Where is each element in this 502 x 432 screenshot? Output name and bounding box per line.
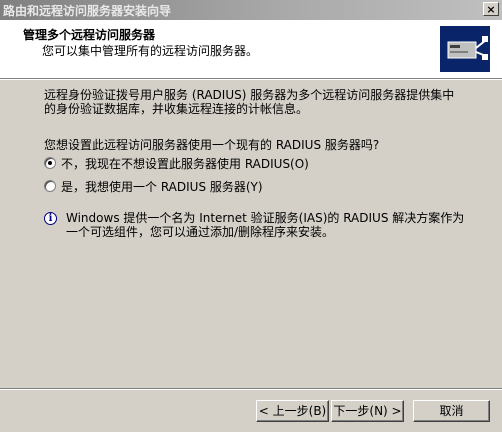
server-network-icon bbox=[440, 26, 490, 72]
window-title: 路由和远程访问服务器安装向导 bbox=[3, 4, 172, 18]
info-line: Windows 提供一个名为 Internet 验证服务(IAS)的 RADIU… bbox=[66, 211, 465, 225]
radio-label-yes[interactable]: 是，我想使用一个 RADIUS 服务器(Y) bbox=[61, 178, 263, 195]
title-bar[interactable]: 路由和远程访问服务器安装向导 × bbox=[0, 0, 502, 20]
radio-button-yes[interactable] bbox=[44, 180, 56, 192]
wizard-window: 路由和远程访问服务器安装向导 × 管理多个远程访问服务器 您可以集中管理所有的远… bbox=[0, 0, 502, 432]
cancel-button[interactable]: 取消 bbox=[413, 400, 490, 422]
info-text: Windows 提供一个名为 Internet 验证服务(IAS)的 RADIU… bbox=[66, 211, 476, 239]
page-subtitle: 您可以集中管理所有的远程访问服务器。 bbox=[42, 44, 259, 58]
info-icon: i bbox=[44, 212, 57, 225]
header-separator bbox=[0, 79, 502, 80]
description-line: 远程身份验证拨号用户服务 (RADIUS) 服务器为多个远程访问服务器提供集中 bbox=[44, 88, 455, 102]
page-title: 管理多个远程访问服务器 bbox=[23, 28, 156, 42]
question-text: 您想设置此远程访问服务器使用一个现有的 RADIUS 服务器吗? bbox=[44, 138, 380, 152]
wizard-header: 管理多个远程访问服务器 您可以集中管理所有的远程访问服务器。 bbox=[0, 20, 502, 79]
radio-option-yes[interactable]: 是，我想使用一个 RADIUS 服务器(Y) bbox=[44, 178, 263, 194]
description-line: 的身份验证数据库，并收集远程连接的计帐信息。 bbox=[44, 102, 309, 116]
footer-separator-highlight bbox=[0, 389, 502, 390]
back-button[interactable]: < 上一步(B) bbox=[256, 400, 329, 422]
radio-label-no[interactable]: 不，我现在不想设置此服务器使用 RADIUS(O) bbox=[61, 155, 309, 172]
radio-button-no[interactable] bbox=[44, 157, 56, 169]
description: 远程身份验证拨号用户服务 (RADIUS) 服务器为多个远程访问服务器提供集中 … bbox=[44, 88, 464, 116]
close-button[interactable]: × bbox=[483, 2, 499, 16]
next-button[interactable]: 下一步(N) > bbox=[331, 400, 404, 422]
radio-option-no[interactable]: 不，我现在不想设置此服务器使用 RADIUS(O) bbox=[44, 155, 309, 171]
info-line: 一个可选组件，您可以通过添加/删除程序来安装。 bbox=[66, 225, 335, 239]
